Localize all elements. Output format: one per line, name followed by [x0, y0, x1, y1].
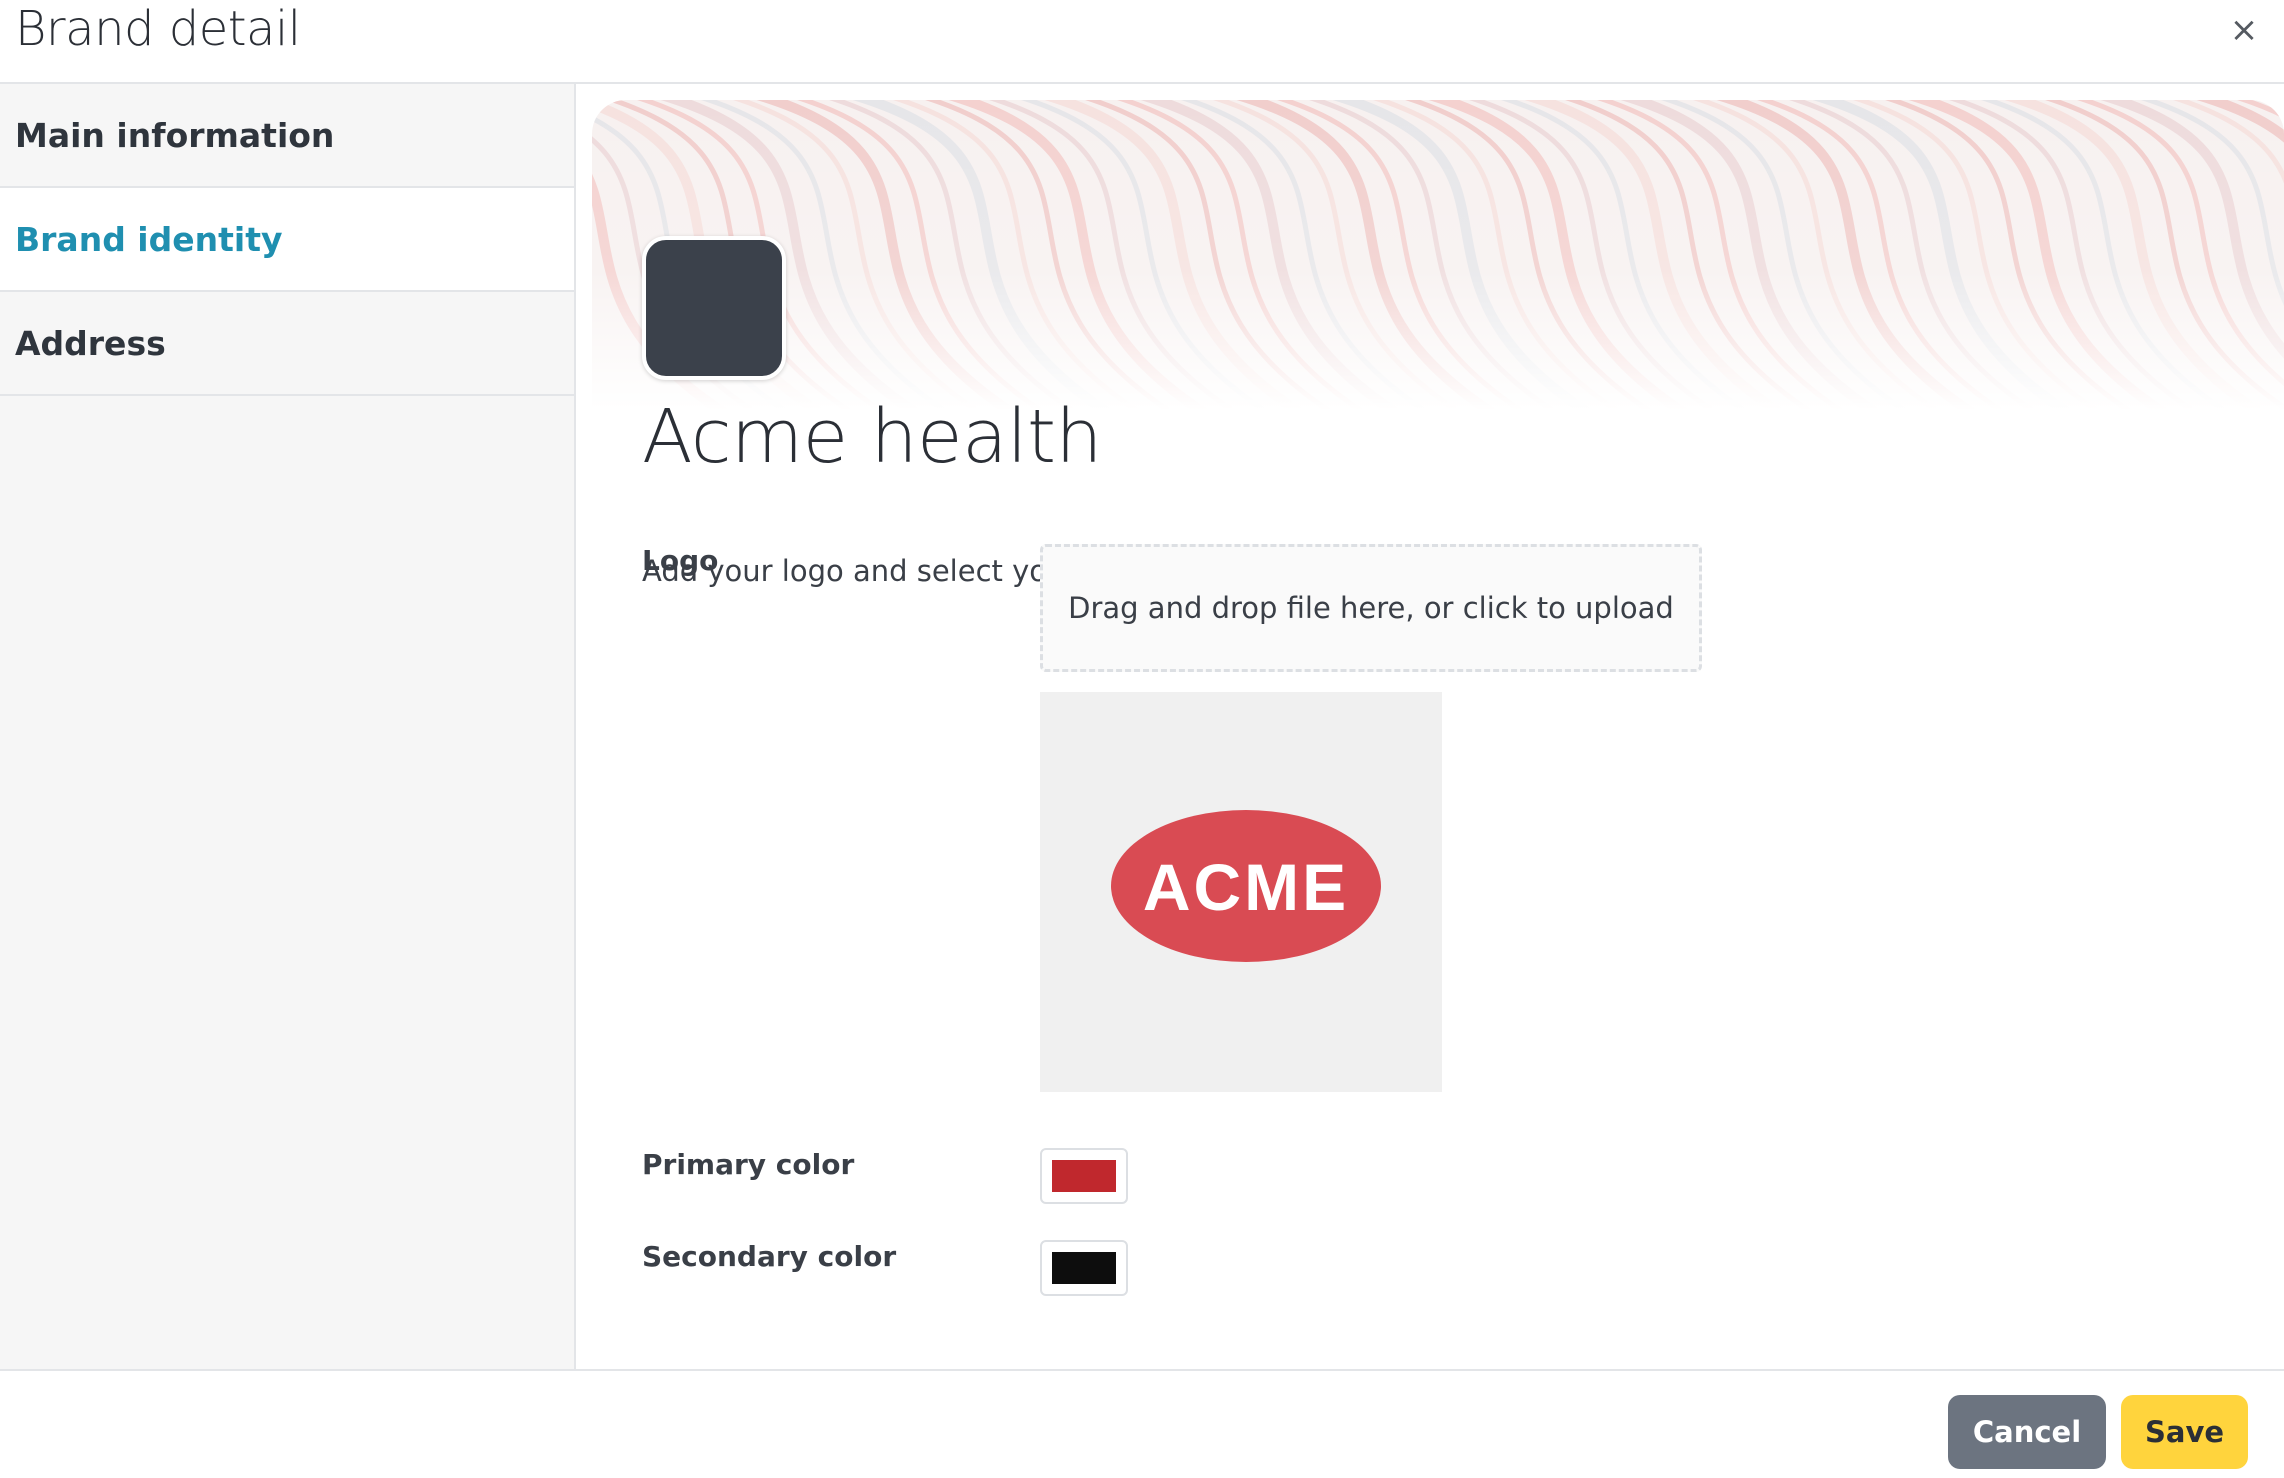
dialog-title: Brand detail: [15, 1, 301, 57]
secondary-color-swatch: [1052, 1252, 1116, 1284]
secondary-color-label: Secondary color: [642, 1240, 897, 1273]
dialog-header: Brand detail ×: [0, 0, 2284, 84]
acme-logo-image: ACME: [1111, 810, 1381, 962]
brand-identity-panel: Acme health Add your logo and select you…: [578, 86, 2284, 1369]
sidebar-item-brand-identity[interactable]: Brand identity: [0, 188, 574, 292]
sidebar-item-main-information[interactable]: Main information: [0, 84, 574, 188]
brand-cover-banner: [592, 100, 2284, 410]
sidebar-item-label: Main information: [15, 115, 335, 155]
secondary-color-picker[interactable]: [1040, 1240, 1128, 1296]
close-icon[interactable]: ×: [2222, 8, 2266, 52]
banner-fade: [592, 100, 2284, 410]
logo-text: ACME: [1143, 850, 1349, 924]
primary-color-swatch: [1052, 1160, 1116, 1192]
sidebar-item-label: Brand identity: [15, 219, 283, 259]
save-button[interactable]: Save: [2121, 1395, 2248, 1469]
logo-label: Logo: [642, 544, 719, 577]
logo-preview: ACME: [1040, 692, 1442, 1092]
logo-upload-dropzone[interactable]: Drag and drop file here, or click to upl…: [1040, 544, 1702, 672]
primary-color-picker[interactable]: [1040, 1148, 1128, 1204]
brand-name: Acme health: [642, 394, 1102, 480]
dropzone-text: Drag and drop file here, or click to upl…: [1068, 591, 1674, 625]
sidebar-item-label: Address: [15, 323, 166, 363]
primary-color-label: Primary color: [642, 1148, 855, 1181]
dialog-footer: Cancel Save: [0, 1369, 2284, 1478]
sidebar-item-address[interactable]: Address: [0, 292, 574, 396]
brand-avatar: [642, 236, 786, 380]
cancel-button[interactable]: Cancel: [1948, 1395, 2106, 1469]
brand-detail-dialog: Brand detail × Main information Brand id…: [0, 0, 2284, 1478]
sidebar: Main information Brand identity Address: [0, 84, 576, 1369]
